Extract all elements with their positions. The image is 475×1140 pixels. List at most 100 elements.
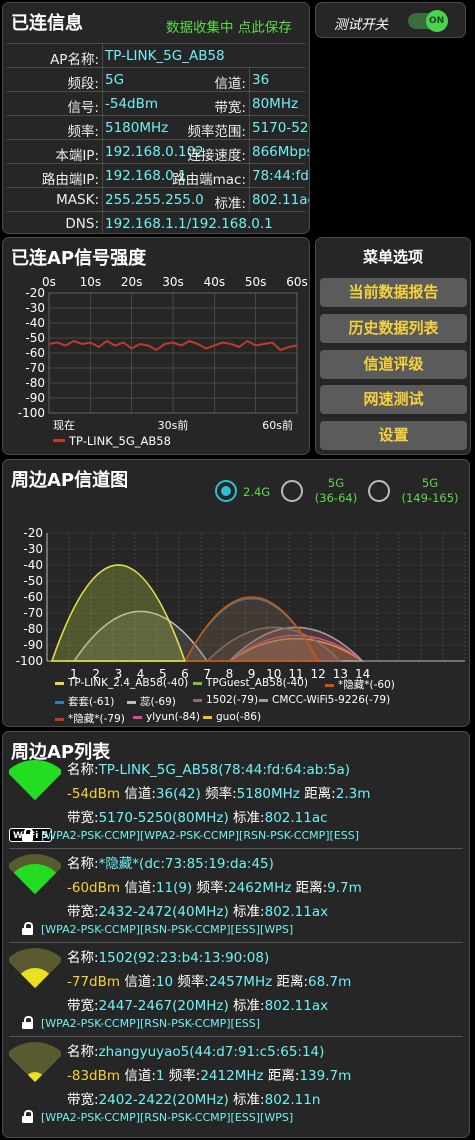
channel-legend-item: *隐藏*(-79) — [55, 711, 125, 726]
info-label-3-a: 本端IP: — [55, 148, 99, 164]
ap-standard: 802.11n — [264, 1092, 321, 1108]
signal-x-tick: 10s — [80, 275, 102, 289]
ap-freq-label: 频率: — [205, 786, 237, 802]
lock-icon — [22, 1016, 33, 1029]
ap-bandwidth-label: 带宽: — [67, 1092, 99, 1108]
wifi-signal-icon — [9, 947, 61, 988]
test-switch-label: 测试开关 — [334, 17, 388, 33]
menu-speed-test-button[interactable]: 网速测试 — [320, 385, 467, 414]
ap-freq-label: 频率: — [177, 974, 209, 990]
channel-legend-label: guo(-86) — [216, 711, 262, 723]
ap-channel-label: 信道: — [124, 786, 156, 802]
info-label-4-a: 路由端IP: — [41, 172, 99, 188]
wifi-signal-arc — [27, 790, 43, 800]
channel-chart-panel: 周边AP信道图 2.4G 5G (36-64) 5G (149-165) -20… — [2, 459, 470, 727]
ap-bandwidth-label: 带宽: — [67, 810, 99, 826]
save-data-button[interactable]: 数据收集中 点此保存 — [166, 16, 292, 36]
ap-list-item[interactable]: 名称:zhangyuyao5(44:d7:91:c5:65:14) -83dBm … — [3, 1038, 469, 1132]
ap-standard-label: 标准: — [233, 810, 265, 826]
signal-x-tick: 30s — [162, 275, 184, 289]
info-value-3-b: 866Mbps — [252, 144, 310, 160]
ap-signal: -54dBm — [67, 786, 121, 802]
wifi-signal-arc — [27, 1072, 43, 1082]
ap-bandwidth-line: 带宽:2447-2467(20MHz) 标准:802.11ax — [67, 994, 328, 1014]
channel-legend-item: 蕊(-69) — [127, 694, 176, 709]
ap-list-item[interactable]: 名称:*隐藏*(dc:73:85:19:da:45) -60dBm 信道:11(9… — [3, 850, 469, 944]
ap-signal-line: -77dBm 信道:10 频率:2457MHz 距离:68.7m — [67, 970, 351, 990]
channel-y-tick: -100 — [16, 654, 43, 668]
test-toggle[interactable]: ON — [408, 10, 448, 32]
ap-name-label: 名称: — [67, 950, 99, 966]
ap-signal: -83dBm — [67, 1068, 121, 1084]
ap-bandwidth-line: 带宽:5170-5250(80MHz) 标准:802.11ac — [67, 806, 328, 826]
signal-x-tick: 40s — [204, 275, 226, 289]
signal-y-tick: -90 — [25, 391, 45, 405]
ap-signal-line: -83dBm 信道:1 频率:2412MHz 距离:139.7m — [67, 1064, 351, 1084]
ap-bandwidth-label: 带宽: — [67, 998, 99, 1014]
channel-legend-swatch — [325, 683, 334, 687]
info-value-5-b: 802.11ac — [252, 192, 310, 208]
ap-channel: 36(42) — [155, 786, 201, 802]
menu-channel-rating-button[interactable]: 信道评级 — [320, 350, 467, 379]
wifi-signal-arc — [27, 978, 43, 988]
ap-dist-label: 距离: — [295, 880, 328, 896]
ap-channel-label: 信道: — [124, 880, 156, 896]
wifi-signal-icon — [9, 853, 61, 894]
ap-list-item[interactable]: 名称:1502(92:23:b4:13:90:08) -77dBm 信道:10 频… — [3, 944, 469, 1038]
ap-standard: 802.11ac — [264, 810, 328, 826]
ap-freq: 2412MHz — [200, 1068, 264, 1084]
ap-bandwidth-line: 带宽:2432-2472(40MHz) 标准:802.11ax — [67, 900, 328, 920]
info-value-0-a: 5G — [105, 72, 125, 88]
ap-bandwidth: 2447-2467(20MHz) — [98, 998, 229, 1014]
ap-standard-label: 标准: — [233, 904, 265, 920]
channel-x-tick: 12 — [311, 667, 326, 681]
ap-name-label: 名称: — [67, 1044, 99, 1060]
info-label-1-a: 信号: — [67, 100, 99, 116]
signal-x-tick: 20s — [121, 275, 143, 289]
signal-strength-chart: -20-30-40-50-60-70-80-90-1000s 10s 20s 30s 4… — [18, 275, 308, 448]
channel-legend-label: 蕊(-69) — [140, 696, 176, 708]
channel-legend-item: *隐藏*(-60) — [325, 677, 395, 692]
signal-x-tick: 50s — [245, 275, 267, 289]
ap-list-item[interactable]: Wi Fi 5 名称:TP-LINK_5G_AB58(78:44:fd:64:ab… — [3, 756, 469, 850]
signal-y-tick: -40 — [25, 316, 45, 330]
ap-bandwidth: 5170-5250(80MHz) — [98, 810, 229, 826]
connected-info-title: 已连信息 — [11, 13, 83, 34]
info-label-4-b: 路由端mac: — [172, 172, 246, 188]
channel-legend-swatch — [259, 698, 268, 702]
channel-y-tick: -70 — [23, 606, 43, 620]
ap-bandwidth: 2402-2422(20MHz) — [98, 1092, 229, 1108]
channel-legend-item: ylyun(-84) — [133, 711, 200, 723]
menu-panel: 菜单选项 当前数据报告 历史数据列表 信道评级 网速测试 设置 — [315, 237, 471, 455]
channel-legend-item: guo(-86) — [203, 711, 261, 723]
menu-current-report-button[interactable]: 当前数据报告 — [320, 278, 467, 307]
channel-legend-label: TPGuest_AB58(-40) — [206, 677, 308, 689]
signal-chart-panel: 已连AP信号强度 -20 -30 -40 -50 -60 -70 -80 -90 -100 0s 1… — [2, 237, 310, 455]
toggle-state-text: ON — [429, 16, 445, 26]
ap-freq-label: 频率: — [168, 1068, 201, 1084]
channel-legend-swatch — [55, 700, 64, 704]
menu-settings-button[interactable]: 设置 — [320, 421, 467, 450]
info-label-0-b: 信道: — [214, 76, 246, 92]
ap-divider — [9, 942, 463, 943]
info-value-4-b: 78:44:fd:64:ab:5a — [252, 168, 309, 184]
ap-dist-label: 距离: — [304, 786, 336, 802]
info-label-2-a: 频率: — [67, 124, 99, 140]
ap-list-panel: 周边AP列表 Wi Fi 5 名称:TP-LINK_5G_AB58(78:44:f… — [2, 731, 470, 1138]
ap-divider — [9, 848, 463, 849]
wifi-signal-icon — [9, 759, 61, 800]
ap-channel: 11(9) — [155, 880, 193, 896]
channel-legend-label: TP-LINK_2.4_AB58(-40) — [68, 677, 189, 689]
info-label-5-a: MASK: — [56, 192, 99, 208]
ap-bandwidth: 2432-2472(40MHz) — [98, 904, 229, 920]
ap-freq: 5180MHz — [236, 786, 300, 802]
ap-divider — [9, 1036, 463, 1037]
channel-legend-item: CMCC-WiFi5-9226(-79) — [259, 694, 390, 706]
ap-bandwidth-label: 带宽: — [67, 904, 99, 920]
test-switch-panel: 测试开关 ON — [315, 2, 466, 38]
ap-name-line: 名称:zhangyuyao5(44:d7:91:c5:65:14) — [67, 1040, 324, 1060]
menu-history-list-button[interactable]: 历史数据列表 — [320, 314, 467, 343]
ap-security: [WPA2-PSK-CCMP][RSN-PSK-CCMP][ESS][WPS] — [41, 923, 294, 936]
ap-security: [WPA2-PSK-CCMP][WPA2-PSK-CCMP][RSN-PSK-C… — [41, 829, 360, 842]
channel-legend-swatch — [193, 681, 202, 685]
